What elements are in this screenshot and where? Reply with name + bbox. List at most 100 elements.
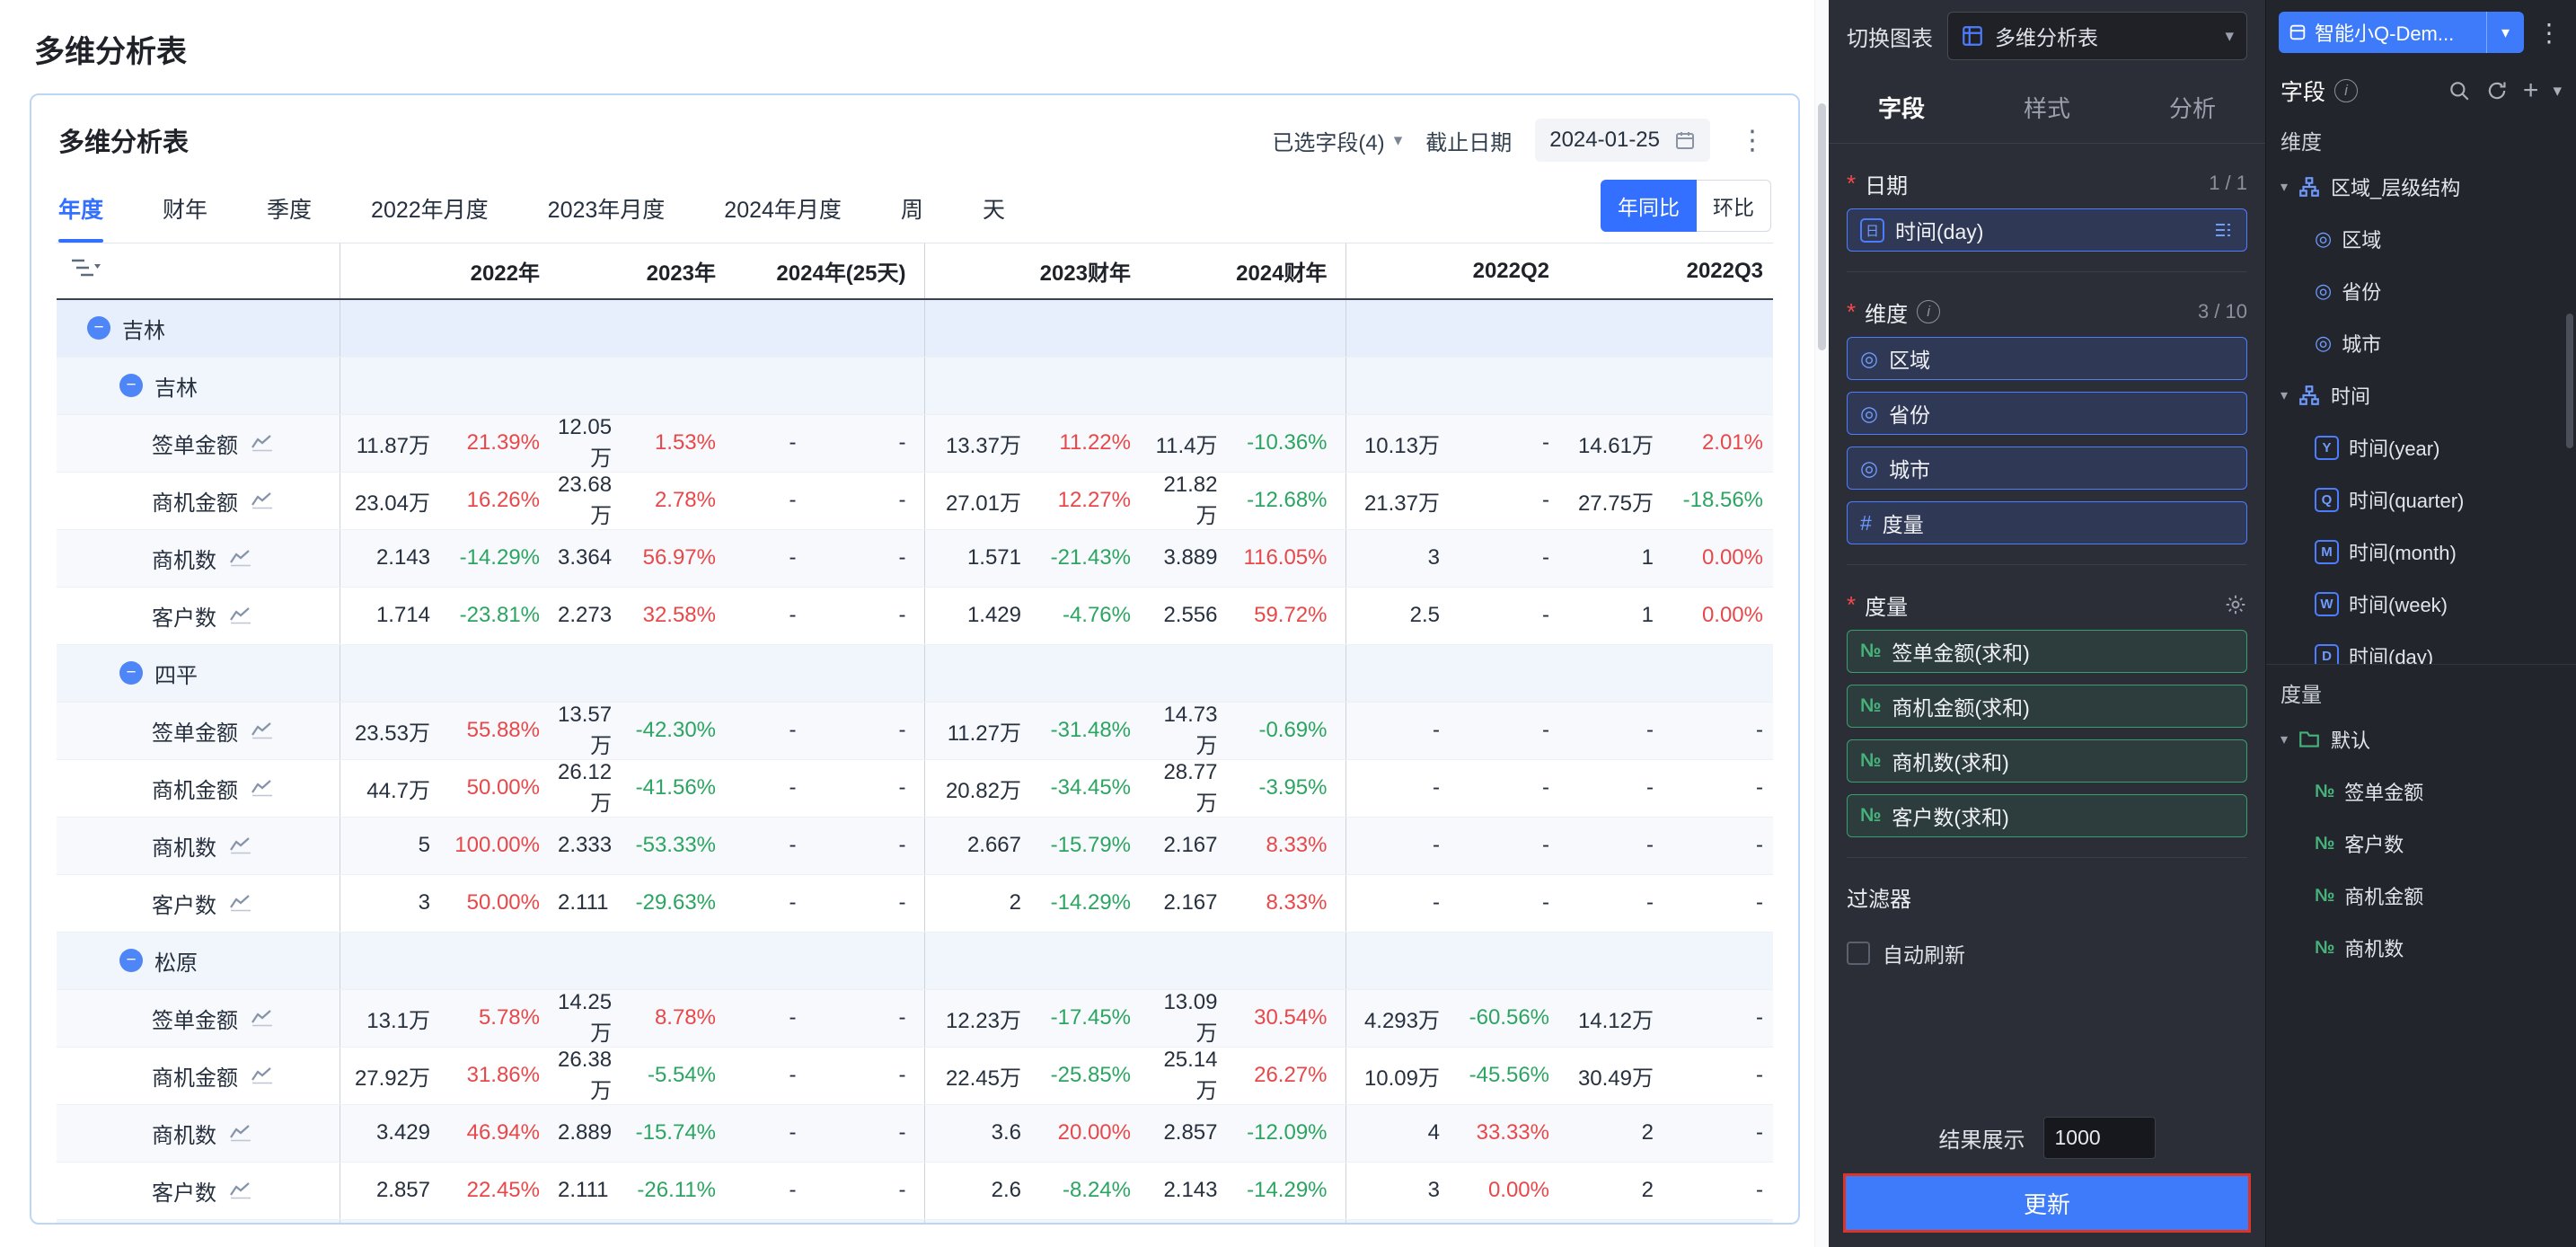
table-cell: 20.82万 -34.45% [924, 759, 1149, 818]
chip-label: 商机数(求和) [1892, 751, 2009, 774]
field-chip[interactable]: 日时间(day) [1847, 208, 2247, 252]
gear-icon[interactable] [2224, 593, 2247, 616]
result-limit-input[interactable] [2042, 1117, 2156, 1159]
tree-item-时间(year)[interactable]: Y 时间(year) [2266, 421, 2576, 473]
tree-item-城市[interactable]: ◎ 城市 [2266, 317, 2576, 369]
dimension-section-count: 3 / 10 [2197, 300, 2247, 323]
tree-item-时间(day)[interactable]: D 时间(day) [2266, 630, 2576, 664]
table-cell: 4 33.33% [1345, 1104, 1567, 1163]
dataset-dropdown-icon[interactable]: ▾ [2486, 12, 2524, 53]
group-row: − 松原 [57, 932, 1773, 990]
chevron-down-icon[interactable]: ▾ [2280, 178, 2288, 196]
tree-item-商机金额[interactable]: № 商机金额 [2266, 870, 2576, 922]
chevron-down-icon[interactable]: ▾ [2553, 81, 2562, 102]
tab-年度[interactable]: 年度 [58, 192, 104, 243]
chevron-down-icon[interactable]: ▾ [2280, 730, 2288, 748]
table-cell: 27.92万 31.86% [340, 1047, 558, 1105]
deadline-date-input[interactable]: 2024-01-25 [1535, 119, 1710, 162]
field-chip[interactable]: # 度量 [1847, 501, 2247, 544]
collapse-icon[interactable]: − [119, 949, 143, 972]
chevron-down-icon[interactable]: ▾ [2280, 386, 2288, 404]
fields-top-bar: 智能小Q-Dem... ▾ ⋮ [2266, 0, 2576, 62]
chevron-down-icon: ▾ [1393, 130, 1403, 150]
filter-section-label: 过滤器 [1847, 888, 1911, 912]
tree-item-区域[interactable]: ◎ 区域 [2266, 213, 2576, 265]
metric-row: 客户数 2.857 22.45% 2.111 -26.11% - -2.6 -8.24% 2.1… [57, 1162, 1773, 1220]
tree-item-时间[interactable]: ▾ 时间 [2266, 369, 2576, 421]
field-chip[interactable]: ◎ 城市 [1847, 447, 2247, 490]
table-cell: 3.364 56.97% [558, 529, 734, 588]
scrollbar-thumb[interactable] [1818, 103, 1826, 350]
trend-icon[interactable] [251, 779, 274, 797]
tab-季度[interactable]: 季度 [267, 192, 312, 243]
trend-icon[interactable] [251, 491, 274, 509]
trend-icon[interactable] [229, 606, 252, 624]
tab-周[interactable]: 周 [901, 192, 923, 243]
field-chip[interactable]: № 商机金额(求和) [1847, 685, 2247, 728]
tree-item-默认[interactable]: ▾ 默认 [2266, 713, 2576, 765]
table-cell: -- [1345, 817, 1567, 875]
collapse-icon[interactable]: − [119, 661, 143, 685]
tree-item-时间(month)[interactable]: M 时间(month) [2266, 526, 2576, 578]
tree-item-省份[interactable]: ◎ 省份 [2266, 265, 2576, 317]
config-tab-字段[interactable]: 字段 [1878, 91, 1925, 124]
config-tab-分析[interactable]: 分析 [2169, 91, 2216, 124]
trend-icon[interactable] [229, 1124, 252, 1142]
field-chip[interactable]: ◎ 省份 [1847, 392, 2247, 435]
selected-fields-dropdown[interactable]: 已选字段(4) ▾ [1272, 125, 1402, 156]
tab-2022年月度[interactable]: 2022年月度 [371, 192, 489, 243]
tab-天[interactable]: 天 [983, 192, 1005, 243]
panel-more-icon[interactable]: ⋮ [2533, 18, 2565, 48]
measure-tree: ▾ 默认 № 签单金额 № 客户数 № 商机金额 № 商机数 [2266, 713, 2576, 974]
refresh-icon[interactable] [2485, 79, 2509, 102]
config-tab-样式[interactable]: 样式 [2024, 91, 2070, 124]
trend-icon[interactable] [251, 1009, 274, 1027]
tree-item-签单金额[interactable]: № 签单金额 [2266, 765, 2576, 818]
field-chip[interactable]: № 客户数(求和) [1847, 794, 2247, 837]
dataset-selector[interactable]: 智能小Q-Dem... ▾ [2279, 12, 2524, 53]
dataset-name: 智能小Q-Dem... [2315, 22, 2455, 45]
metric-label: 商机金额 [152, 778, 238, 803]
trend-icon[interactable] [229, 836, 252, 854]
chip-label: 签单金额(求和) [1892, 641, 2030, 665]
yoy-toggle[interactable]: 年同比 [1601, 180, 1697, 232]
auto-refresh-checkbox[interactable] [1847, 942, 1870, 965]
trend-icon[interactable] [251, 721, 274, 739]
tab-2023年月度[interactable]: 2023年月度 [548, 192, 666, 243]
tree-scrollbar-thumb[interactable] [2566, 314, 2573, 448]
field-settings-icon[interactable] [2212, 219, 2234, 241]
tree-toggle-icon[interactable] [69, 256, 101, 279]
table-cell: 26.12万 -41.56% [558, 759, 734, 818]
tree-item-客户数[interactable]: № 客户数 [2266, 818, 2576, 870]
field-chip[interactable]: № 签单金额(求和) [1847, 630, 2247, 673]
tab-2024年月度[interactable]: 2024年月度 [724, 192, 842, 243]
collapse-icon[interactable]: − [87, 316, 110, 340]
more-options-icon[interactable]: ⋮ [1734, 125, 1771, 156]
trend-icon[interactable] [229, 549, 252, 567]
collapse-icon[interactable]: − [119, 374, 143, 397]
tree-item-商机数[interactable]: № 商机数 [2266, 922, 2576, 974]
tree-item-时间(quarter)[interactable]: Q 时间(quarter) [2266, 473, 2576, 526]
page-title: 多维分析表 [34, 35, 187, 69]
table-cell: 3.6 20.00% [924, 1104, 1149, 1163]
trend-icon[interactable] [251, 434, 274, 452]
table-cell: 23.68万 2.78% [558, 472, 734, 530]
metric-label: 签单金额 [152, 433, 238, 458]
field-chip[interactable]: ◎ 区域 [1847, 337, 2247, 380]
tree-item-label: 区域_层级结构 [2331, 177, 2461, 199]
field-chip[interactable]: № 商机数(求和) [1847, 739, 2247, 783]
folder-icon [2299, 731, 2319, 747]
tree-item-区域_层级结构[interactable]: ▾ 区域_层级结构 [2266, 161, 2576, 213]
tab-财年[interactable]: 财年 [163, 192, 207, 243]
add-field-icon[interactable]: + [2523, 77, 2539, 104]
table-cell: 1 0.00% [1567, 529, 1773, 588]
table-cell: 21.37万 - [1345, 472, 1567, 530]
trend-icon[interactable] [229, 894, 252, 912]
tree-item-时间(week)[interactable]: W 时间(week) [2266, 578, 2576, 630]
update-button[interactable]: 更新 [1846, 1176, 2248, 1230]
trend-icon[interactable] [229, 1181, 252, 1199]
search-icon[interactable] [2448, 79, 2471, 102]
chart-type-select[interactable]: 多维分析表 ▾ [1947, 12, 2247, 60]
trend-icon[interactable] [251, 1066, 274, 1084]
mom-toggle[interactable]: 环比 [1697, 180, 1771, 232]
